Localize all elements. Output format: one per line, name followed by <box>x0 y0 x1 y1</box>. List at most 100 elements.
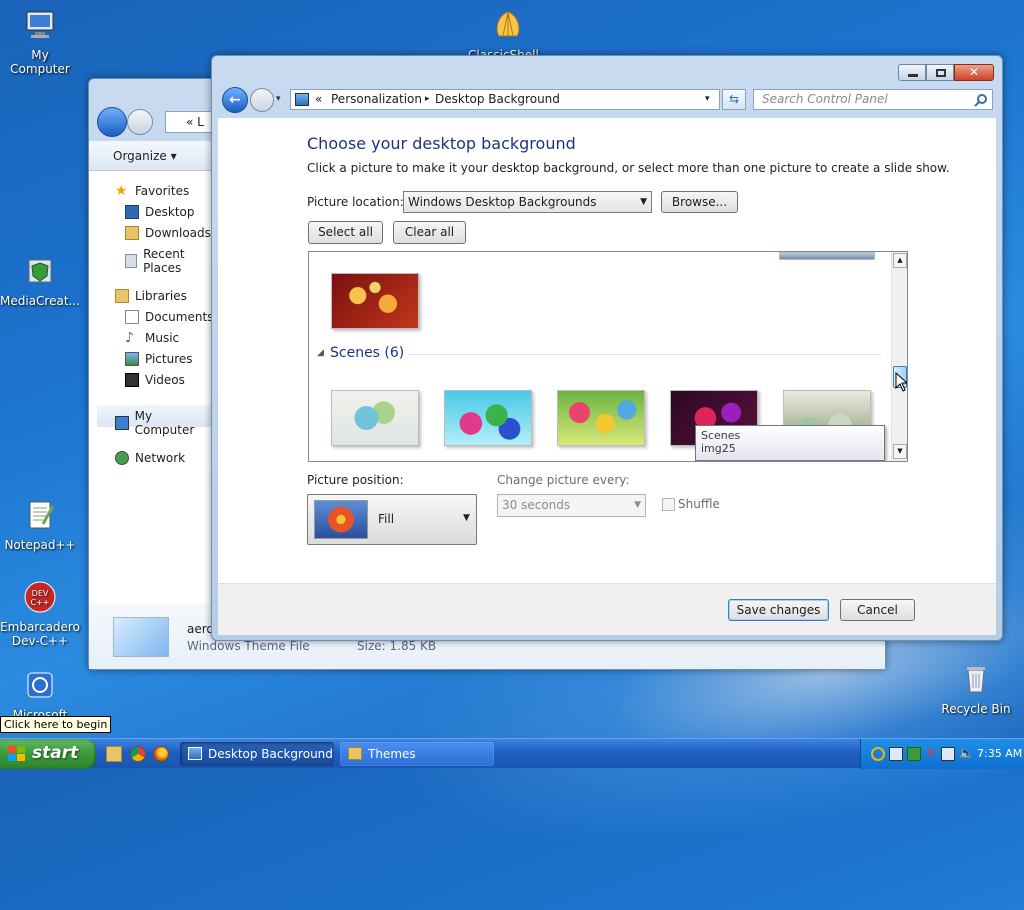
search-tray-icon[interactable] <box>871 747 885 761</box>
picture-thumbnail-partial[interactable] <box>779 252 875 260</box>
picture-position-select[interactable]: Fill ▼ <box>307 494 477 545</box>
minimize-button[interactable] <box>898 64 926 81</box>
computer-icon <box>115 416 129 430</box>
start-label: start <box>32 743 79 763</box>
desktop-icon-label: Notepad++ <box>4 538 76 552</box>
control-panel-icon <box>295 93 309 106</box>
nav-downloads[interactable]: Downloads <box>125 226 211 240</box>
shell-icon <box>496 11 520 37</box>
group-header-scenes[interactable]: Scenes (6) <box>330 345 404 361</box>
desktop-icon-devcpp[interactable]: DEV C++ Embarcadero Dev-C++ <box>0 580 80 648</box>
shuffle-label: Shuffle <box>678 497 720 511</box>
desktop-icon-my-computer[interactable]: My Computer <box>0 8 80 76</box>
desktop-icon-label: Embarcadero Dev-C++ <box>0 620 80 648</box>
taskbar-item-desktop-background[interactable]: Desktop Background <box>180 742 334 766</box>
breadcrumb-separator-icon[interactable]: ▸ <box>425 90 430 109</box>
nav-desktop[interactable]: Desktop <box>125 205 195 219</box>
tray-app-icon[interactable] <box>889 747 903 761</box>
search-input[interactable]: Search Control Panel <box>753 89 993 110</box>
quicklaunch-chrome-icon[interactable] <box>130 746 146 762</box>
taskbar-item-themes[interactable]: Themes <box>340 742 494 766</box>
desktop-icon-recycle-bin[interactable]: Recycle Bin <box>936 662 1016 716</box>
tray-shield-icon[interactable] <box>907 747 921 761</box>
nav-videos[interactable]: Videos <box>125 373 185 387</box>
picture-thumbnail[interactable] <box>331 390 419 446</box>
maximize-button[interactable] <box>926 64 954 81</box>
forward-button[interactable] <box>250 88 274 112</box>
breadcrumb-personalization[interactable]: Personalization <box>331 90 422 109</box>
save-changes-button[interactable]: Save changes <box>728 599 829 621</box>
nav-favorites[interactable]: ★ Favorites <box>115 184 189 198</box>
cancel-button[interactable]: Cancel <box>840 599 915 621</box>
desktop-icon <box>125 205 139 219</box>
start-button[interactable]: start <box>0 739 96 769</box>
back-arrow-icon: ← <box>229 92 241 108</box>
change-picture-select[interactable]: 30 seconds ▼ <box>497 494 646 517</box>
explorer-toolbar: Organize ▾ <box>89 141 213 171</box>
back-button[interactable] <box>97 107 127 137</box>
desktop-icon-classicshell[interactable]: ClassicShell... <box>468 8 550 62</box>
picture-position-label: Picture position: <box>307 473 404 487</box>
select-all-button[interactable]: Select all <box>308 221 383 244</box>
chevron-up-icon: ▲ <box>897 256 903 264</box>
organize-label: Organize <box>113 149 167 163</box>
nav-network[interactable]: Network <box>115 451 185 465</box>
network-tray-icon[interactable] <box>941 747 955 761</box>
back-button[interactable]: ← <box>222 87 248 113</box>
scroll-up-button[interactable]: ▲ <box>893 253 907 268</box>
breadcrumb-current[interactable]: Desktop Background <box>435 90 560 109</box>
search-icon <box>974 94 987 107</box>
shuffle-checkbox[interactable] <box>662 498 675 511</box>
nav-recent[interactable]: Recent Places <box>125 247 213 275</box>
address-text: L <box>197 115 204 129</box>
position-preview-thumbnail <box>314 500 368 539</box>
address-dropdown-icon[interactable]: ▾ <box>705 90 710 109</box>
change-picture-value: 30 seconds <box>502 498 571 512</box>
change-picture-label: Change picture every: <box>497 473 630 487</box>
quicklaunch-firefox-icon[interactable] <box>153 746 169 762</box>
address-bar[interactable]: « Personalization ▸ Desktop Background ▾ <box>290 89 720 110</box>
picture-thumbnail[interactable] <box>331 273 419 329</box>
nav-label: My Computer <box>134 409 195 437</box>
group-divider <box>407 354 881 355</box>
desktop-icon-notepadpp[interactable]: Notepad++ <box>0 498 80 552</box>
desktop-icon-microsoft[interactable]: Microsoft <box>0 668 80 722</box>
desktop-icon-mediacreation[interactable]: MediaCreat... <box>0 254 80 308</box>
vertical-scrollbar[interactable]: ▲ ▼ <box>891 252 907 461</box>
quicklaunch-explorer-icon[interactable] <box>106 746 122 762</box>
desktop-icon-label: My Computer <box>10 48 70 76</box>
computer-icon <box>26 11 54 38</box>
desktop-background-window[interactable]: ✕ ← ▾ « Personalization ▸ Desktop Backgr… <box>211 55 1003 641</box>
volume-icon[interactable]: 🔈 <box>959 746 974 760</box>
breadcrumb-overflow-icon[interactable]: « <box>315 90 322 109</box>
tray-alert-icon[interactable]: ✕ <box>925 745 937 761</box>
scroll-down-button[interactable]: ▼ <box>893 444 907 459</box>
picture-list[interactable]: ◢ Scenes (6) Scenes img25 ▲ ▼ <box>308 251 908 462</box>
refresh-button[interactable]: ⇆ <box>722 89 746 110</box>
browse-button[interactable]: Browse... <box>661 191 738 213</box>
dialog-footer: Save changes Cancel <box>218 583 996 635</box>
nav-label: Desktop <box>145 205 195 219</box>
nav-computer[interactable]: My Computer <box>115 409 213 437</box>
nav-documents[interactable]: Documents <box>125 310 213 324</box>
taskbar-item-label: Themes <box>368 747 416 761</box>
nav-libraries[interactable]: Libraries <box>115 289 187 303</box>
desktop-icon-label: Recycle Bin <box>941 702 1011 716</box>
nav-pictures[interactable]: Pictures <box>125 352 193 366</box>
forward-button[interactable] <box>127 109 153 135</box>
close-button[interactable]: ✕ <box>954 64 994 81</box>
picture-thumbnail[interactable] <box>444 390 532 446</box>
collapse-group-icon[interactable]: ◢ <box>317 348 324 358</box>
picture-thumbnail[interactable] <box>557 390 645 446</box>
picture-position-value: Fill <box>378 512 395 526</box>
pictures-icon <box>125 352 139 366</box>
video-icon <box>125 373 139 387</box>
nav-music[interactable]: ♪ Music <box>125 331 179 345</box>
svg-text:DEV: DEV <box>32 589 49 598</box>
taskbar: start Desktop Background Themes ✕ 🔈 7:35… <box>0 738 1024 769</box>
organize-button[interactable]: Organize ▾ <box>113 149 177 163</box>
picture-location-select[interactable]: Windows Desktop Backgrounds ▼ <box>403 191 652 213</box>
recent-pages-chevron-icon[interactable]: ▾ <box>276 94 281 104</box>
clear-all-button[interactable]: Clear all <box>393 221 466 244</box>
clock[interactable]: 7:35 AM <box>977 747 1022 760</box>
